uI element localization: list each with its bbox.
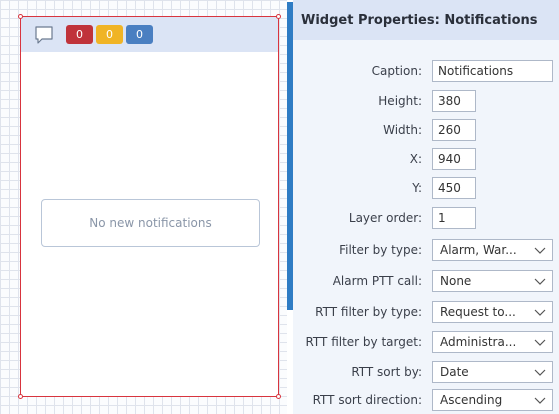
- y-label: Y:: [412, 181, 422, 195]
- chevron-down-icon: [534, 278, 546, 285]
- height-input[interactable]: 380: [432, 90, 476, 112]
- widget-properties-panel: Widget Properties: Notifications Caption…: [293, 0, 559, 414]
- x-label: X:: [409, 152, 422, 166]
- resize-handle-top-right[interactable]: [276, 14, 281, 19]
- alarm-ptt-call-row: Alarm PTT call: None: [293, 270, 559, 292]
- width-input[interactable]: 260: [432, 119, 476, 141]
- resize-handle-bottom-left[interactable]: [18, 394, 23, 399]
- caption-label: Caption:: [371, 64, 422, 78]
- x-row: X: 940: [293, 148, 559, 170]
- rtt-sort-direction-row: RTT sort direction: Ascending: [293, 389, 559, 411]
- filter-by-type-select[interactable]: Alarm, War...: [432, 239, 553, 261]
- width-label: Width:: [383, 123, 422, 137]
- filter-by-type-label: Filter by type:: [339, 243, 422, 257]
- alarm-count-badge[interactable]: 0: [66, 25, 93, 44]
- chat-bubble-icon: [35, 25, 53, 44]
- alarm-ptt-call-label: Alarm PTT call:: [332, 274, 422, 288]
- filter-by-type-row: Filter by type: Alarm, War...: [293, 239, 559, 261]
- alarm-ptt-call-value: None: [440, 274, 472, 288]
- resize-handle-bottom-right[interactable]: [276, 394, 281, 399]
- panel-title: Widget Properties: Notifications: [293, 0, 559, 40]
- rtt-filter-by-type-value: Request to...: [440, 305, 516, 319]
- resize-handle-top-left[interactable]: [18, 14, 23, 19]
- rtt-sort-direction-value: Ascending: [440, 393, 503, 407]
- rtt-filter-by-type-label: RTT filter by type:: [315, 305, 422, 319]
- filter-by-type-value: Alarm, War...: [440, 243, 517, 257]
- caption-row: Caption: Notifications: [293, 60, 559, 82]
- rtt-sort-by-value: Date: [440, 365, 469, 379]
- rtt-sort-by-select[interactable]: Date: [432, 361, 553, 383]
- widget-header: 0 0 0: [21, 17, 278, 52]
- info-count-badge[interactable]: 0: [126, 25, 153, 44]
- width-row: Width: 260: [293, 119, 559, 141]
- notifications-widget[interactable]: 0 0 0 No new notifications: [18, 14, 281, 399]
- layer-order-row: Layer order: 1: [293, 207, 559, 229]
- chevron-down-icon: [534, 339, 546, 346]
- chevron-down-icon: [534, 369, 546, 376]
- caption-input[interactable]: Notifications: [432, 60, 553, 82]
- height-label: Height:: [378, 94, 422, 108]
- warning-count-badge[interactable]: 0: [96, 25, 123, 44]
- rtt-sort-by-row: RTT sort by: Date: [293, 361, 559, 383]
- rtt-filter-by-target-value: Administra...: [440, 335, 517, 349]
- rtt-filter-by-target-label: RTT filter by target:: [305, 335, 422, 349]
- layer-order-input[interactable]: 1: [432, 207, 476, 229]
- rtt-filter-by-type-row: RTT filter by type: Request to...: [293, 301, 559, 323]
- design-canvas[interactable]: 0 0 0 No new notifications: [0, 0, 287, 414]
- x-input[interactable]: 940: [432, 148, 476, 170]
- rtt-sort-direction-select[interactable]: Ascending: [432, 389, 553, 411]
- rtt-filter-by-target-row: RTT filter by target: Administra...: [293, 331, 559, 353]
- chevron-down-icon: [534, 309, 546, 316]
- layer-order-label: Layer order:: [348, 211, 422, 225]
- empty-notifications-message: No new notifications: [41, 199, 260, 247]
- chevron-down-icon: [534, 397, 546, 404]
- rtt-sort-direction-label: RTT sort direction:: [312, 393, 422, 407]
- alarm-ptt-call-select[interactable]: None: [432, 270, 553, 292]
- rtt-filter-by-type-select[interactable]: Request to...: [432, 301, 553, 323]
- height-row: Height: 380: [293, 90, 559, 112]
- rtt-filter-by-target-select[interactable]: Administra...: [432, 331, 553, 353]
- y-input[interactable]: 450: [432, 177, 476, 199]
- y-row: Y: 450: [293, 177, 559, 199]
- chevron-down-icon: [534, 247, 546, 254]
- rtt-sort-by-label: RTT sort by:: [351, 365, 422, 379]
